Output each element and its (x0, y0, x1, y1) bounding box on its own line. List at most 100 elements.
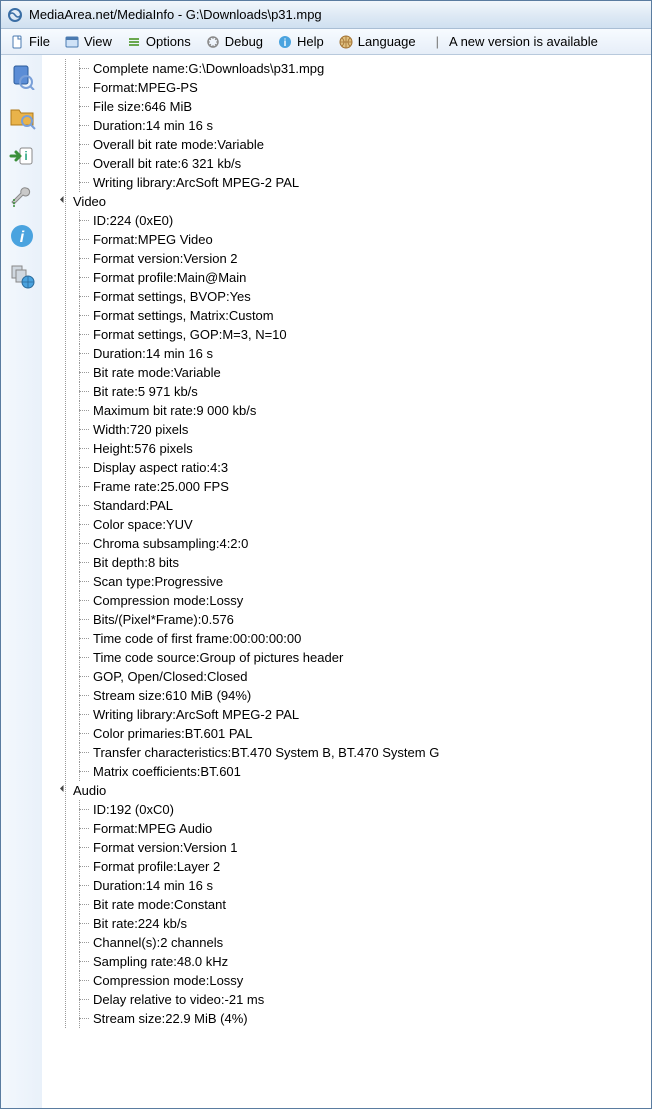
property-value: M=3, N=10 (222, 325, 286, 344)
property-value: 4:2:0 (219, 534, 248, 553)
property-value: Variable (174, 363, 221, 382)
menu-file[interactable]: File (5, 32, 58, 52)
tree-leaf[interactable]: Bit rate modeConstant (43, 895, 651, 914)
property-label: File size (93, 97, 144, 116)
tree-leaf[interactable]: ID224 (0xE0) (43, 211, 651, 230)
tree-leaf[interactable]: Overall bit rate modeVariable (43, 135, 651, 154)
tree-leaf[interactable]: Writing libraryArcSoft MPEG-2 PAL (43, 173, 651, 192)
open-folder-button[interactable] (5, 99, 39, 133)
menu-help[interactable]: i Help (273, 32, 332, 52)
tree-leaf[interactable]: Format versionVersion 2 (43, 249, 651, 268)
settings-button[interactable] (5, 179, 39, 213)
tree-leaf[interactable]: Frame rate25.000 FPS (43, 477, 651, 496)
tree-leaf[interactable]: Format settings, GOPM=3, N=10 (43, 325, 651, 344)
property-label: Height (93, 439, 134, 458)
tree-leaf[interactable]: FormatMPEG Audio (43, 819, 651, 838)
property-label: Time code of first frame (93, 629, 233, 648)
tree-leaf[interactable]: Bit rate5 971 kb/s (43, 382, 651, 401)
tree-section-audio[interactable]: Audio (43, 781, 651, 800)
tree-leaf[interactable]: Compression modeLossy (43, 971, 651, 990)
svg-text:i: i (19, 229, 24, 246)
tree-leaf[interactable]: Stream size610 MiB (94%) (43, 686, 651, 705)
property-label: Format (93, 819, 138, 838)
view-icon (64, 34, 80, 50)
tree-section-video[interactable]: Video (43, 192, 651, 211)
tree-leaf[interactable]: Overall bit rate6 321 kb/s (43, 154, 651, 173)
tree-leaf[interactable]: Format versionVersion 1 (43, 838, 651, 857)
tree-leaf[interactable]: Chroma subsampling4:2:0 (43, 534, 651, 553)
version-notice[interactable]: A new version is available (445, 34, 602, 49)
tree-leaf[interactable]: File size646 MiB (43, 97, 651, 116)
export-button[interactable]: i (5, 139, 39, 173)
tree-leaf[interactable]: StandardPAL (43, 496, 651, 515)
tree-leaf[interactable]: Delay relative to video-21 ms (43, 990, 651, 1009)
property-label: Color primaries (93, 724, 185, 743)
tree-leaf[interactable]: Maximum bit rate9 000 kb/s (43, 401, 651, 420)
property-value: 00:00:00:00 (233, 629, 302, 648)
menu-label: Language (358, 34, 416, 49)
tree-leaf[interactable]: Format profileLayer 2 (43, 857, 651, 876)
about-button[interactable]: i (5, 219, 39, 253)
property-value: 192 (0xC0) (110, 800, 174, 819)
menu-view[interactable]: View (60, 32, 120, 52)
property-value: 48.0 kHz (177, 952, 228, 971)
tree-leaf[interactable]: Sampling rate48.0 kHz (43, 952, 651, 971)
tree-leaf[interactable]: Time code sourceGroup of pictures header (43, 648, 651, 667)
tree-leaf[interactable]: FormatMPEG-PS (43, 78, 651, 97)
tree-leaf[interactable]: Scan typeProgressive (43, 572, 651, 591)
tree-leaf[interactable]: Width720 pixels (43, 420, 651, 439)
property-label: ID (93, 800, 110, 819)
web-button[interactable] (5, 259, 39, 293)
property-value: PAL (149, 496, 173, 515)
property-value: ArcSoft MPEG-2 PAL (176, 705, 299, 724)
property-label: Format settings, GOP (93, 325, 222, 344)
menu-options[interactable]: Options (122, 32, 199, 52)
property-value: Closed (207, 667, 247, 686)
tree-leaf[interactable]: Format settings, MatrixCustom (43, 306, 651, 325)
titlebar[interactable]: MediaArea.net/MediaInfo - G:\Downloads\p… (1, 1, 651, 29)
property-value: YUV (166, 515, 193, 534)
tree-leaf[interactable]: Bit rate224 kb/s (43, 914, 651, 933)
tree-view[interactable]: Complete nameG:\Downloads\p31.mpgFormatM… (43, 55, 651, 1108)
tree-leaf[interactable]: FormatMPEG Video (43, 230, 651, 249)
tree-leaf[interactable]: GOP, Open/ClosedClosed (43, 667, 651, 686)
tree-leaf[interactable]: Duration14 min 16 s (43, 344, 651, 363)
property-value: Lossy (209, 971, 243, 990)
tree-leaf[interactable]: Format settings, BVOPYes (43, 287, 651, 306)
tree-leaf[interactable]: Channel(s)2 channels (43, 933, 651, 952)
property-value: Lossy (209, 591, 243, 610)
property-value: 646 MiB (144, 97, 192, 116)
menu-debug[interactable]: Debug (201, 32, 271, 52)
property-label: Channel(s) (93, 933, 160, 952)
tree-leaf[interactable]: Transfer characteristicsBT.470 System B,… (43, 743, 651, 762)
file-icon (9, 34, 25, 50)
tree-leaf[interactable]: Format profileMain@Main (43, 268, 651, 287)
property-value: -21 ms (225, 990, 265, 1009)
property-label: Complete name (93, 59, 188, 78)
menu-language[interactable]: Language (334, 32, 424, 52)
tree-leaf[interactable]: Bit depth8 bits (43, 553, 651, 572)
property-value: Variable (217, 135, 264, 154)
tree-leaf[interactable]: Duration14 min 16 s (43, 116, 651, 135)
tree-leaf[interactable]: Display aspect ratio4:3 (43, 458, 651, 477)
tree-leaf[interactable]: Height576 pixels (43, 439, 651, 458)
menu-separator: | (426, 34, 445, 49)
tree-leaf[interactable]: Time code of first frame00:00:00:00 (43, 629, 651, 648)
property-label: Stream size (93, 686, 165, 705)
property-label: Bit rate (93, 382, 138, 401)
tree-leaf[interactable]: Compression modeLossy (43, 591, 651, 610)
tree-leaf[interactable]: Color spaceYUV (43, 515, 651, 534)
property-value: ArcSoft MPEG-2 PAL (176, 173, 299, 192)
tree-leaf[interactable]: Bit rate modeVariable (43, 363, 651, 382)
tree-leaf[interactable]: Matrix coefficientsBT.601 (43, 762, 651, 781)
tree-leaf[interactable]: Stream size22.9 MiB (4%) (43, 1009, 651, 1028)
tree-leaf[interactable]: Duration14 min 16 s (43, 876, 651, 895)
open-file-button[interactable] (5, 59, 39, 93)
property-label: Display aspect ratio (93, 458, 210, 477)
tree-leaf[interactable]: Writing libraryArcSoft MPEG-2 PAL (43, 705, 651, 724)
property-value: 224 kb/s (138, 914, 187, 933)
tree-leaf[interactable]: Complete nameG:\Downloads\p31.mpg (43, 59, 651, 78)
tree-leaf[interactable]: Color primariesBT.601 PAL (43, 724, 651, 743)
tree-leaf[interactable]: Bits/(Pixel*Frame)0.576 (43, 610, 651, 629)
tree-leaf[interactable]: ID192 (0xC0) (43, 800, 651, 819)
